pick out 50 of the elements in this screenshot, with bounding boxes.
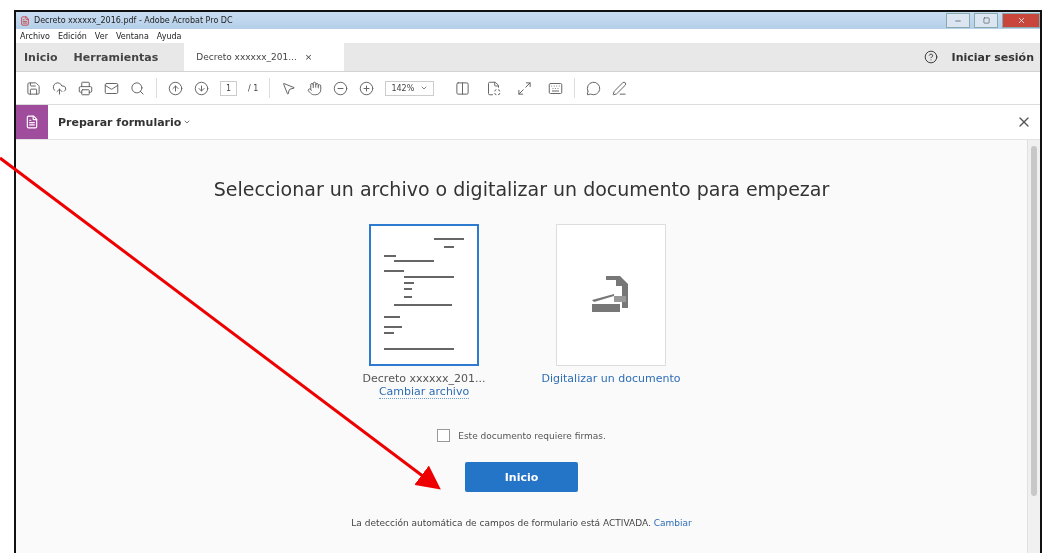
- footer-text: La detección automática de campos de formulario está ACTIVADA. Cambiar: [351, 518, 692, 528]
- scrollbar[interactable]: [1027, 140, 1040, 553]
- page-total: / 1: [248, 83, 259, 93]
- menu-item[interactable]: Archivo: [20, 31, 50, 41]
- sign-in-link[interactable]: Iniciar sesión: [951, 50, 1034, 64]
- option-card[interactable]: [369, 224, 479, 366]
- full-screen-icon[interactable]: [517, 80, 533, 96]
- caret-icon[interactable]: [420, 84, 429, 92]
- pdf-icon: [20, 15, 30, 26]
- tab-close-button[interactable]: ×: [304, 52, 313, 62]
- nav-tab[interactable]: Herramientas: [65, 43, 167, 71]
- zoom-out-icon[interactable]: [333, 80, 349, 96]
- menu-item[interactable]: Edición: [57, 31, 87, 41]
- pointer-icon[interactable]: [281, 80, 297, 96]
- change-link[interactable]: Cambiar: [653, 518, 692, 528]
- comment-icon[interactable]: [586, 80, 602, 96]
- next-page-icon[interactable]: [194, 80, 209, 96]
- window-title: Decreto xxxxxx_2016.pdf - Adobe Acrobat Pro DC: [34, 16, 234, 25]
- page-number-field[interactable]: 1: [220, 80, 238, 96]
- checkbox[interactable]: [437, 429, 451, 442]
- zoom-in-icon[interactable]: [359, 80, 375, 96]
- keyboard-icon[interactable]: [548, 80, 564, 96]
- option-link[interactable]: Digitalizar un documento: [541, 372, 681, 385]
- start-button[interactable]: Inicio: [465, 462, 578, 492]
- caret-icon[interactable]: [183, 118, 192, 126]
- nav-tab[interactable]: Inicio: [16, 43, 66, 71]
- hand-icon[interactable]: [307, 80, 323, 96]
- zoom-dropdown[interactable]: 142%: [385, 80, 435, 96]
- menu-item[interactable]: Ver: [94, 31, 108, 41]
- document-tab[interactable]: Decreto xxxxxx_201... ×: [184, 43, 345, 71]
- file-name: Decreto xxxxxx_201...: [362, 372, 486, 385]
- close-icon[interactable]: [1016, 16, 1026, 25]
- mail-icon[interactable]: [104, 80, 119, 96]
- page-icon[interactable]: [486, 80, 502, 96]
- maximize-icon[interactable]: [982, 17, 990, 24]
- menu-item[interactable]: Ventana: [115, 31, 149, 41]
- tool-title[interactable]: Preparar formulario: [58, 115, 182, 129]
- checkbox-label: Este documento requiere firmas.: [458, 430, 606, 441]
- pen-icon[interactable]: [612, 80, 628, 96]
- search-icon[interactable]: [130, 80, 145, 96]
- save-icon[interactable]: [26, 80, 41, 96]
- menu-item[interactable]: Ayuda: [156, 31, 182, 41]
- cloud-upload-icon[interactable]: [52, 80, 67, 96]
- page-layout-icon[interactable]: [455, 80, 471, 96]
- heading: Seleccionar un archivo o digitalizar un documento para empezar: [213, 178, 830, 200]
- tab-title: Decreto xxxxxx_201...: [196, 52, 297, 62]
- previous-page-icon[interactable]: [168, 80, 183, 96]
- help-icon[interactable]: [923, 50, 938, 64]
- printer-icon[interactable]: [78, 80, 93, 96]
- option-link[interactable]: Cambiar archivo: [378, 385, 470, 399]
